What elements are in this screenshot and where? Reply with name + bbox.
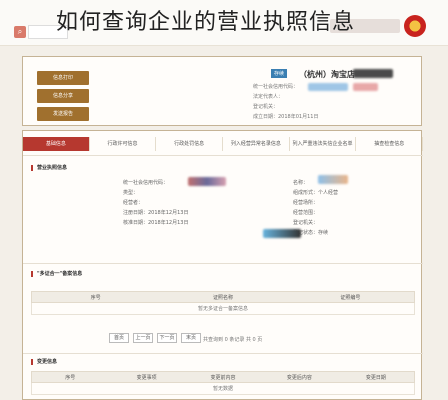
credit-code-label: 统一社会信用代码：	[253, 84, 299, 90]
legal-rep-label: 法定代表人：	[253, 94, 284, 100]
column-header: 变更事项	[136, 375, 157, 381]
multi-license-table: 序号 证照名称 证照编号 暂无多证合一备案信息	[31, 291, 415, 315]
redacted-value	[263, 229, 301, 238]
tab-bar: 基础信息 行政许可信息 行政处罚信息 列入经营异常名录信息 列入严重违法失信企业…	[23, 137, 424, 151]
registry-label: 登记机关：	[253, 104, 279, 110]
change-info-title: 变更信息	[31, 359, 57, 365]
name-field: 名称：	[293, 180, 309, 186]
tab-admin-license[interactable]: 行政许可信息	[90, 137, 157, 151]
column-header: 序号	[90, 295, 101, 301]
status-badge: 存续	[271, 69, 288, 78]
type-field: 类型：	[123, 190, 139, 196]
print-button[interactable]: 信息打印	[37, 71, 89, 85]
table-header-row: 序号 证照名称 证照编号	[31, 291, 415, 303]
multi-license-title: "多证合一"备案信息	[31, 271, 82, 277]
column-header: 证照编号	[340, 295, 361, 301]
premises-field: 经营场所：	[293, 200, 319, 206]
form-field: 组成形式：个人经营	[293, 190, 339, 196]
report-button[interactable]: 发送报告	[37, 107, 89, 121]
tab-abnormal-list[interactable]: 列入经营异常名录信息	[223, 137, 290, 151]
table-row: 暂无数据	[31, 383, 415, 395]
divider	[23, 263, 423, 264]
prev-page-button[interactable]: 上一页	[133, 333, 153, 343]
license-info-title: 营业执照信息	[31, 165, 67, 171]
change-info-table: 序号 变更事项 变更前内容 变更后内容 变更日期 暂无数据	[31, 371, 415, 395]
divider	[23, 353, 423, 354]
first-page-button[interactable]: 首页	[109, 333, 129, 343]
tab-basic-info[interactable]: 基础信息	[23, 137, 90, 151]
national-emblem-icon	[404, 15, 426, 37]
page-title: 如何查询企业的营业执照信息	[56, 10, 356, 35]
redacted-value	[318, 175, 348, 184]
operator-field: 经营者：	[123, 200, 144, 206]
tab-inspection[interactable]: 抽查检查信息	[356, 137, 424, 151]
empty-message: 暂无多证合一备案信息	[197, 306, 248, 312]
record-count: 共查询到 0 条记录 共 0 页	[203, 337, 263, 343]
column-header: 变更后内容	[286, 375, 312, 381]
register-date-field: 注册日期：2018年12月13日	[123, 210, 189, 216]
tab-admin-penalty[interactable]: 行政处罚信息	[156, 137, 224, 151]
redacted-name	[353, 69, 393, 78]
table-header-row: 序号 变更事项 变更前内容 变更后内容 变更日期	[31, 371, 415, 383]
main-content-panel: 基础信息 行政许可信息 行政处罚信息 列入经营异常名录信息 列入严重违法失信企业…	[22, 130, 424, 400]
column-header: 变更日期	[365, 375, 386, 381]
table-row: 暂无多证合一备案信息	[31, 303, 415, 315]
empty-message: 暂无数据	[212, 386, 233, 392]
credit-code-field: 统一社会信用代码：	[123, 180, 169, 186]
redacted-code	[308, 83, 348, 91]
last-page-button[interactable]: 末页	[181, 333, 201, 343]
share-button[interactable]: 信息分享	[37, 89, 89, 103]
search-icon[interactable]: ⌕	[14, 26, 26, 38]
divider	[23, 155, 423, 156]
column-header: 变更前内容	[210, 375, 236, 381]
column-header: 序号	[65, 375, 76, 381]
scope-field: 经营范围：	[293, 210, 319, 216]
company-name: （杭州）淘宝店	[299, 70, 355, 79]
company-header-panel: 信息打印 信息分享 发送报告 存续 （杭州）淘宝店 统一社会信用代码： 法定代表…	[22, 56, 422, 126]
redacted-value	[188, 177, 226, 186]
tab-serious-violation[interactable]: 列入严重违法失信企业名单	[290, 137, 357, 151]
redacted-code	[353, 83, 378, 91]
column-header: 证照名称	[212, 295, 233, 301]
approve-date-field: 核准日期：2018年12月13日	[123, 220, 189, 226]
next-page-button[interactable]: 下一页	[157, 333, 177, 343]
pagination: 首页 上一页 下一页 末页	[109, 333, 201, 343]
founded-date: 成立日期：2018年01月11日	[253, 114, 319, 120]
registry-field: 登记机关：	[293, 220, 319, 226]
